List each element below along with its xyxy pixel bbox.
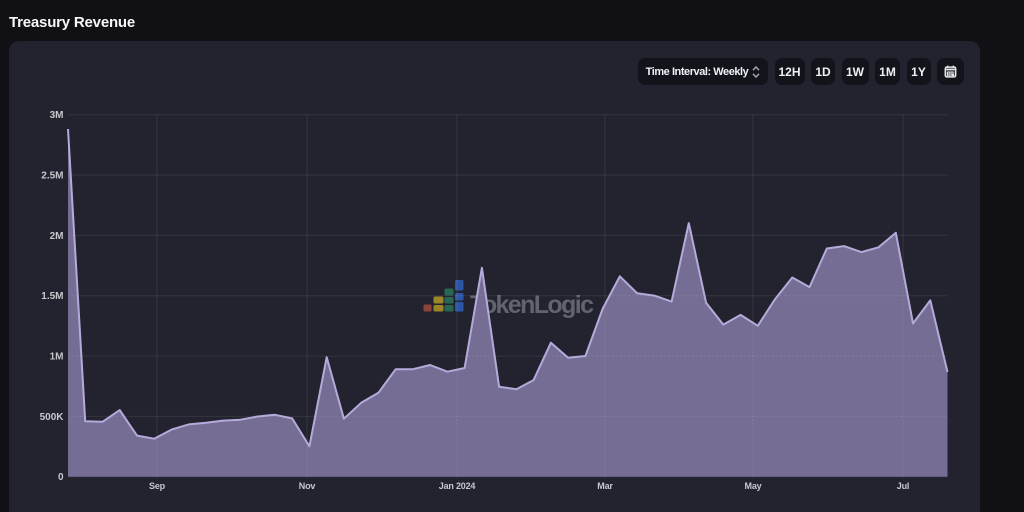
svg-text:500K: 500K (40, 412, 65, 423)
svg-text:Jul: Jul (897, 481, 909, 491)
svg-text:May: May (745, 481, 762, 491)
svg-text:2.5M: 2.5M (41, 171, 63, 182)
svg-text:3M: 3M (50, 110, 64, 121)
svg-text:0: 0 (58, 472, 64, 483)
svg-text:1M: 1M (50, 352, 64, 363)
svg-text:Sep: Sep (149, 481, 166, 491)
svg-text:2M: 2M (50, 231, 64, 242)
svg-text:Nov: Nov (299, 481, 316, 491)
svg-text:1.5M: 1.5M (41, 291, 63, 302)
svg-text:Mar: Mar (597, 481, 613, 491)
svg-text:Jan 2024: Jan 2024 (439, 481, 476, 491)
